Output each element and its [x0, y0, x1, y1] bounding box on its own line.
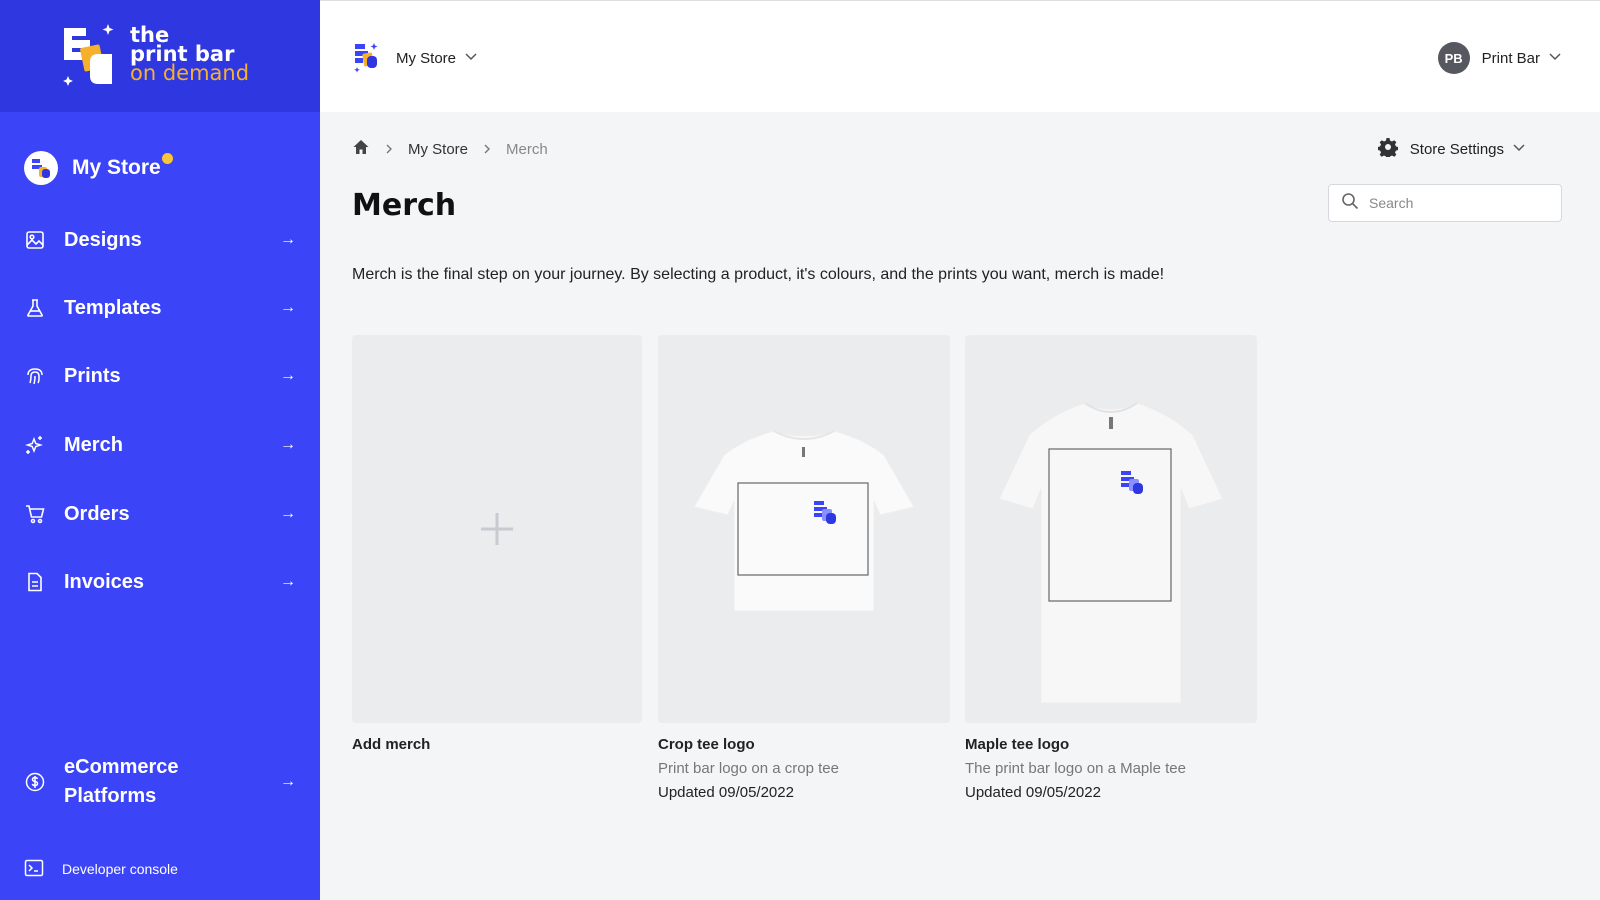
- chevron-right-icon: [482, 142, 492, 157]
- sidebar-item-label: Templates: [64, 296, 162, 319]
- maple-tee-image: [998, 402, 1224, 704]
- sidebar-item-merch[interactable]: Merch →: [24, 425, 296, 465]
- add-merch-label[interactable]: Add merch: [352, 736, 430, 753]
- page-title: Merch: [352, 188, 457, 223]
- store-logo-icon: [32, 159, 50, 178]
- store-selector-label: My Store: [396, 49, 457, 67]
- user-name: Print Bar: [1481, 49, 1540, 67]
- document-icon: [24, 571, 46, 593]
- store-settings-label: Store Settings: [1409, 140, 1504, 158]
- search-box[interactable]: [1328, 184, 1562, 222]
- merch-card-description: Print bar logo on a crop tee: [658, 760, 839, 777]
- arrow-right-icon: →: [280, 367, 296, 384]
- sidebar-item-label: Invoices: [64, 570, 145, 593]
- sidebar-item-label: eCommerce Platforms: [64, 753, 280, 811]
- merch-card-updated: Updated 09/05/2022: [658, 784, 794, 801]
- user-menu-dropdown[interactable]: PB Print Bar: [1437, 41, 1562, 75]
- cart-icon: [24, 503, 46, 525]
- search-input[interactable]: [1369, 195, 1539, 211]
- brand-wordmark: the print bar on demand: [130, 25, 250, 85]
- ecommerce-label-line-1: eCommerce: [64, 756, 179, 778]
- arrow-right-icon: →: [280, 231, 296, 248]
- arrow-right-icon: →: [280, 299, 296, 316]
- crop-tee-image: [693, 430, 915, 612]
- plus-icon: [481, 513, 513, 545]
- sidebar-item-developer-console[interactable]: Developer console: [24, 855, 178, 883]
- dollar-circle-icon: [24, 771, 46, 793]
- sidebar-store-name-text: My Store: [72, 156, 161, 179]
- merch-card-updated: Updated 09/05/2022: [965, 784, 1101, 801]
- sidebar-item-designs[interactable]: Designs →: [24, 220, 296, 260]
- page-description: Merch is the final step on your journey.…: [352, 266, 1165, 283]
- chevron-down-icon: [464, 49, 478, 68]
- search-icon: [1341, 192, 1359, 215]
- brand-logo-area[interactable]: the print bar on demand: [0, 0, 320, 112]
- store-selector-dropdown[interactable]: My Store: [352, 41, 478, 75]
- gear-icon: [1377, 137, 1399, 161]
- print-bar-logo-icon: [63, 24, 114, 86]
- sidebar-item-ecommerce-platforms[interactable]: eCommerce Platforms →: [24, 750, 296, 814]
- sparkle-icon: [24, 434, 46, 456]
- sidebar: the print bar on demand My Store Designs…: [0, 0, 320, 900]
- sidebar-item-orders[interactable]: Orders →: [24, 494, 296, 534]
- store-logo-icon: [354, 43, 378, 73]
- brand-line-3: on demand: [130, 61, 250, 85]
- sidebar-store-switcher[interactable]: My Store: [24, 150, 173, 186]
- sidebar-item-label: Orders: [64, 502, 130, 525]
- breadcrumb-current: Merch: [506, 140, 548, 158]
- breadcrumb: My Store Merch: [352, 138, 548, 160]
- sidebar-item-label: Designs: [64, 228, 142, 251]
- sidebar-item-invoices[interactable]: Invoices →: [24, 562, 296, 602]
- arrow-right-icon: →: [280, 573, 296, 590]
- add-merch-card[interactable]: [352, 335, 642, 723]
- flask-icon: [24, 297, 46, 319]
- notification-dot: [161, 153, 173, 164]
- merch-card-description: The print bar logo on a Maple tee: [965, 760, 1186, 777]
- chevron-down-icon: [1548, 49, 1562, 68]
- sidebar-item-templates[interactable]: Templates →: [24, 288, 296, 328]
- arrow-right-icon: →: [280, 505, 296, 522]
- merch-card-crop-tee[interactable]: [658, 335, 950, 723]
- merch-card-maple-tee[interactable]: [965, 335, 1257, 723]
- store-settings-dropdown[interactable]: Store Settings: [1377, 136, 1526, 162]
- home-icon[interactable]: [352, 138, 370, 160]
- terminal-icon: [24, 858, 44, 881]
- breadcrumb-link-my-store[interactable]: My Store: [408, 141, 468, 158]
- chevron-right-icon: [384, 142, 394, 157]
- avatar: PB: [1437, 42, 1470, 74]
- developer-console-label: Developer console: [62, 861, 178, 877]
- chevron-down-icon: [1512, 140, 1526, 158]
- merch-card-title[interactable]: Crop tee logo: [658, 736, 755, 753]
- merch-card-title[interactable]: Maple tee logo: [965, 736, 1069, 753]
- sidebar-store-name: My Store: [72, 153, 173, 180]
- top-bar: My Store PB Print Bar: [320, 0, 1600, 112]
- arrow-right-icon: →: [280, 773, 296, 790]
- sidebar-item-label: Prints: [64, 364, 121, 387]
- sidebar-item-label: Merch: [64, 433, 123, 456]
- fingerprint-icon: [24, 365, 46, 387]
- image-icon: [24, 229, 46, 251]
- store-avatar: [24, 151, 58, 185]
- arrow-right-icon: →: [280, 436, 296, 453]
- ecommerce-label-line-2: Platforms: [64, 785, 157, 807]
- sidebar-item-prints[interactable]: Prints →: [24, 356, 296, 396]
